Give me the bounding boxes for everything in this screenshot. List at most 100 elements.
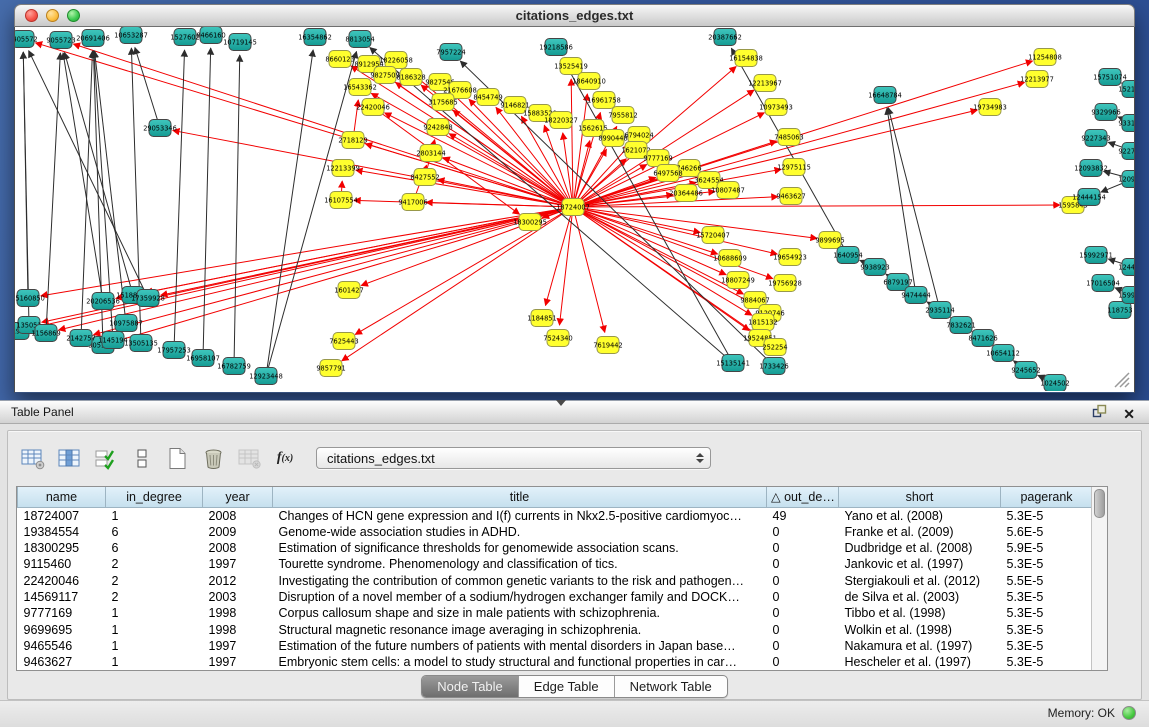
network-node[interactable]: 6497568 [653,165,682,182]
table-selector-dropdown[interactable]: citations_edges.txt [316,447,711,469]
cell-out_degree[interactable]: 0 [767,540,839,556]
network-node[interactable]: 1599290 [1118,287,1134,304]
cell-title[interactable]: Estimation of the future numbers of pati… [273,638,767,654]
network-node[interactable]: 1024502 [1040,375,1069,392]
network-node[interactable]: 7955812 [608,107,637,124]
cell-pagerank[interactable]: 5.3E-5 [1001,638,1093,654]
cell-title[interactable]: Changes of HCN gene expression and I(f) … [273,507,767,524]
scrollbar-thumb[interactable] [1094,489,1105,518]
network-node[interactable]: 9899695 [815,232,844,249]
network-node[interactable]: 10719145 [223,34,257,51]
network-node[interactable]: 8466160 [196,27,225,44]
cell-out_degree[interactable]: 0 [767,524,839,540]
cell-year[interactable]: 2012 [203,573,273,589]
network-node[interactable]: 7524340 [543,330,572,347]
network-canvas[interactable]: 1872400786601238912954182260589827509165… [14,27,1135,393]
table-row[interactable]: 946362711997Embryonic stem cells: a mode… [18,654,1093,670]
table-mode-icon[interactable] [20,445,46,471]
network-node[interactable]: 1640954 [833,247,862,264]
tab-network-table[interactable]: Network Table [614,676,727,697]
network-node[interactable]: 15135141 [716,355,750,372]
table-panel-titlebar[interactable]: Table Panel ✕ [0,400,1149,424]
delete-column-icon[interactable] [200,445,226,471]
cell-short[interactable]: Jankovic et al. (1997) [839,556,1001,572]
network-node[interactable]: 16782759 [217,358,251,375]
network-node[interactable]: 10688609 [713,250,747,267]
cell-short[interactable]: Franke et al. (2009) [839,524,1001,540]
network-node[interactable]: 12213967 [748,75,782,92]
cell-out_degree[interactable]: 0 [767,556,839,572]
network-node[interactable]: 17016504 [1086,275,1120,292]
network-node[interactable]: 2803144 [416,145,445,162]
cell-pagerank[interactable]: 5.5E-5 [1001,573,1093,589]
cell-pagerank[interactable]: 5.9E-5 [1001,540,1093,556]
network-node[interactable]: 16107554 [324,192,358,209]
network-node[interactable]: 9227343 [1081,130,1110,147]
network-node[interactable]: 8427552 [410,169,439,186]
network-node[interactable]: 6794024 [624,127,653,144]
zoom-button[interactable] [67,9,80,22]
cell-year[interactable]: 2003 [203,589,273,605]
network-node[interactable]: 9938923 [860,259,889,276]
cell-in_degree[interactable]: 6 [106,524,203,540]
cell-name[interactable]: 22420046 [18,573,106,589]
network-node[interactable]: 18226058 [379,52,413,69]
network-node[interactable]: 12975115 [777,159,811,176]
cell-year[interactable]: 2009 [203,524,273,540]
network-node[interactable]: 1244410 [1118,259,1134,276]
cell-short[interactable]: Wolkin et al. (1998) [839,622,1001,638]
network-node[interactable]: 15720407 [696,227,730,244]
tab-edge-table[interactable]: Edge Table [518,676,614,697]
column-header-short[interactable]: short [839,487,1001,507]
network-node[interactable]: 20206536 [86,293,120,310]
network-node[interactable]: 12093832 [1074,160,1108,177]
network-node[interactable]: 8660123 [325,51,354,68]
cell-out_degree[interactable]: 0 [767,589,839,605]
network-node[interactable]: 7957224 [436,44,465,61]
network-node[interactable]: 7625443 [329,333,358,350]
cell-name[interactable]: 9463627 [18,654,106,670]
cell-pagerank[interactable]: 5.3E-5 [1001,507,1093,524]
cell-in_degree[interactable]: 2 [106,589,203,605]
cell-short[interactable]: Hescheler et al. (1997) [839,654,1001,670]
network-node[interactable]: 1815132 [748,314,777,331]
network-node[interactable]: 9242848 [423,119,452,136]
network-node[interactable]: 29053346 [143,120,177,137]
table-row[interactable]: 946554611997Estimation of the future num… [18,638,1093,654]
float-panel-icon[interactable] [1092,404,1107,424]
cell-year[interactable]: 1997 [203,654,273,670]
table-row[interactable]: 1456911722003Disruption of a novel membe… [18,589,1093,605]
network-node[interactable]: 20691406 [76,30,110,47]
cell-short[interactable]: Yano et al. (2008) [839,507,1001,524]
tab-node-table[interactable]: Node Table [422,676,518,697]
network-node[interactable]: 9055723 [46,32,75,49]
table-row[interactable]: 2242004622012Investigating the contribut… [18,573,1093,589]
row-selection-icon[interactable] [92,445,118,471]
network-node[interactable]: 8471626 [968,330,997,347]
cell-in_degree[interactable]: 1 [106,605,203,621]
network-node[interactable]: 16958107 [186,350,220,367]
column-header-name[interactable]: name [18,487,106,507]
cell-title[interactable]: Structural magnetic resonance image aver… [273,622,767,638]
cell-in_degree[interactable]: 6 [106,540,203,556]
cell-year[interactable]: 1997 [203,556,273,572]
close-panel-icon[interactable]: ✕ [1123,407,1135,421]
cell-out_degree[interactable]: 0 [767,654,839,670]
network-node[interactable]: 8186328 [396,69,425,86]
cell-out_degree[interactable]: 0 [767,638,839,654]
cell-short[interactable]: de Silva et al. (2003) [839,589,1001,605]
network-node[interactable]: 16154838 [729,50,763,67]
network-node[interactable]: 12213399 [326,160,360,177]
network-node[interactable]: 16354862 [298,29,332,46]
network-node[interactable]: 16648784 [868,87,902,104]
table-row[interactable]: 969969511998Structural magnetic resonanc… [18,622,1093,638]
cell-in_degree[interactable]: 2 [106,556,203,572]
network-node[interactable]: 12923448 [249,368,283,385]
cell-name[interactable]: 18724007 [18,507,106,524]
network-node[interactable]: 9331120 [1118,115,1134,132]
cell-in_degree[interactable]: 1 [106,507,203,524]
cell-title[interactable]: Corpus callosum shape and size in male p… [273,605,767,621]
column-header-title[interactable]: title [273,487,767,507]
cell-year[interactable]: 1997 [203,638,273,654]
network-node[interactable]: 11254808 [1028,49,1062,66]
